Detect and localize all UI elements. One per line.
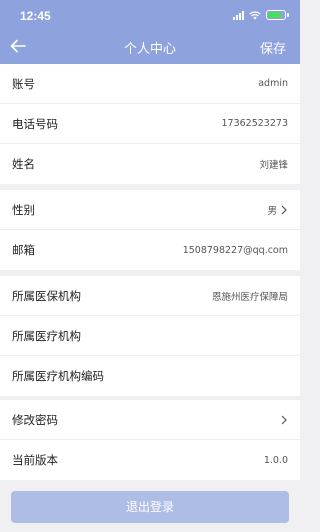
email-value[interactable]: 1508798227@qq.com [183,245,288,256]
medical-org-label: 所属医疗机构 [12,328,81,343]
change-password-label: 修改密码 [12,412,58,427]
status-time: 12:45 [20,9,51,23]
name-label: 姓名 [12,157,35,171]
medical-org-code-label: 所属医疗机构编码 [12,369,104,383]
email-label: 邮箱 [12,243,35,257]
account-row: 账号 admin [0,64,300,104]
signal-icon [233,10,244,20]
status-icons [233,10,289,20]
version-row: 当前版本 1.0.0 [0,440,300,480]
personal-info-group: 性别 男 邮箱 1508798227@qq.com [0,190,300,270]
phone-value[interactable]: 17362523273 [222,118,289,129]
battery-icon [266,10,289,20]
version-value: 1.0.0 [263,454,288,466]
wifi-icon [249,10,261,19]
logout-button[interactable]: 退出登录 [11,491,289,523]
chevron-right-icon [281,205,287,214]
version-label: 当前版本 [12,453,58,467]
medical-org-row[interactable]: 所属医疗机构 [0,316,300,356]
gender-value: 男 [267,205,277,217]
phone-row[interactable]: 电话号码 17362523273 [0,104,300,144]
insurance-org-label: 所属医保机构 [12,288,81,303]
gender-row[interactable]: 性别 男 [0,190,300,230]
account-label: 账号 [12,76,35,91]
insurance-org-value[interactable]: 恩施州医疗保障局 [212,289,288,303]
app-header: 12:45 个人中心 保存 [0,0,300,64]
gender-value-wrap[interactable]: 男 [267,203,288,217]
page-title: 个人中心 [123,42,176,57]
change-password-chevron[interactable] [280,415,288,425]
insurance-org-row[interactable]: 所属医保机构 恩施州医疗保障局 [0,276,300,316]
nav-bar: 个人中心 保存 [0,34,300,62]
phone-label: 电话号码 [12,116,58,131]
change-password-row[interactable]: 修改密码 [0,400,300,440]
name-value[interactable]: 刘建锋 [259,157,288,171]
medical-org-code-row[interactable]: 所属医疗机构编码 [0,356,300,396]
institution-group: 所属医保机构 恩施州医疗保障局 所属医疗机构 所属医疗机构编码 [0,276,300,396]
save-button[interactable]: 保存 [260,38,286,57]
settings-group: 修改密码 当前版本 1.0.0 [0,400,300,480]
account-value: admin [258,78,288,89]
name-row[interactable]: 姓名 刘建锋 [0,144,300,184]
chevron-right-icon [281,415,287,424]
gender-label: 性别 [12,202,35,217]
status-bar: 12:45 [0,6,300,26]
account-info-group: 账号 admin 电话号码 17362523273 姓名 刘建锋 [0,64,300,184]
email-row[interactable]: 邮箱 1508798227@qq.com [0,230,300,270]
